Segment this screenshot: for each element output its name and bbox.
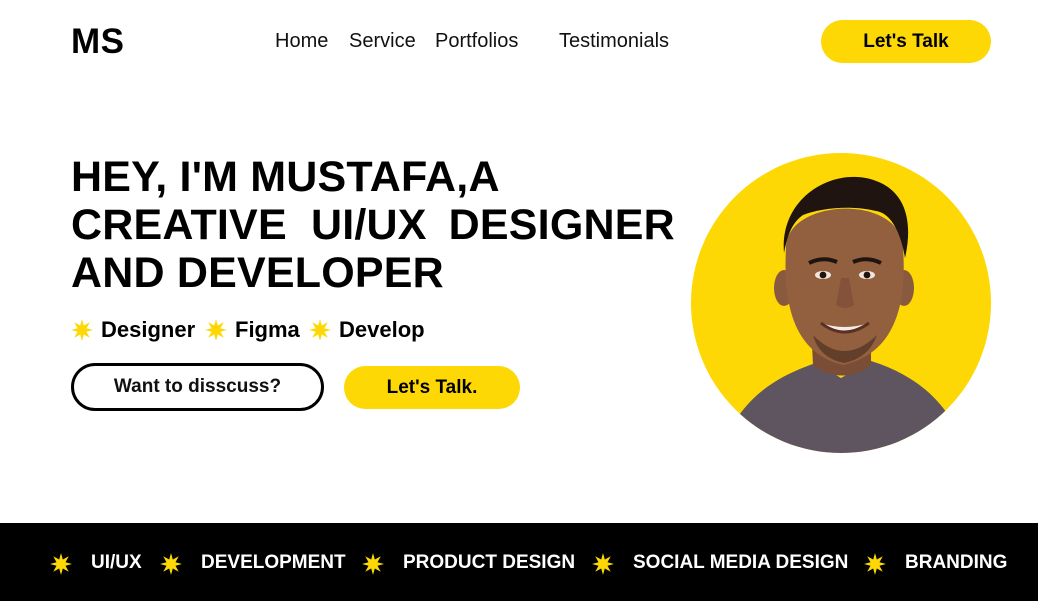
tag-label: Designer: [101, 317, 196, 342]
tag-label: Develop: [339, 317, 425, 342]
logo[interactable]: MS: [71, 23, 125, 61]
hero-title-line-1: HEY, I'M MUSTAFA,A: [71, 153, 500, 201]
ticker-item: SOCIAL MEDIA DESIGN: [633, 552, 849, 573]
nav-service[interactable]: Service: [349, 30, 416, 52]
starburst-icon: [205, 319, 227, 341]
tag-develop: Develop: [309, 316, 425, 344]
tag-figma: Figma: [205, 316, 300, 344]
lets-talk-hero-button[interactable]: Let's Talk.: [344, 366, 520, 409]
hero-title-highlight: UI/UX: [300, 201, 437, 249]
hero-title: HEY, I'M MUSTAFA,A CREATIVE UI/UX DESIGNE…: [71, 153, 675, 297]
portrait-illustration: [721, 176, 966, 453]
want-to-discuss-button[interactable]: Want to disscuss?: [71, 363, 324, 411]
starburst-icon: [160, 553, 182, 575]
hero-title-designer: DESIGNER: [448, 201, 675, 249]
hero-title-creative: CREATIVE: [71, 201, 287, 249]
starburst-icon: [309, 319, 331, 341]
starburst-icon: [864, 553, 886, 575]
ticker-item: BRANDING: [905, 552, 1008, 573]
profile-photo: [691, 153, 991, 453]
hero-title-line-2: CREATIVE UI/UX DESIGNER: [71, 201, 675, 249]
tag-designer: Designer: [71, 316, 195, 344]
starburst-icon: [71, 319, 93, 341]
hero-title-line-3: AND DEVELOPER: [71, 249, 444, 297]
skills-ticker: UI/UX DEVELOPMENT PRODUCT DESIGN SOCIAL …: [0, 523, 1038, 601]
starburst-icon: [50, 553, 72, 575]
nav-portfolios[interactable]: Portfolios: [435, 30, 518, 52]
lets-talk-header-button[interactable]: Let's Talk: [821, 20, 991, 63]
starburst-icon: [362, 553, 384, 575]
ticker-item: DEVELOPMENT: [201, 552, 346, 573]
starburst-icon: [592, 553, 614, 575]
tag-label: Figma: [235, 317, 300, 342]
ticker-item: UI/UX: [91, 552, 142, 573]
nav-testimonials[interactable]: Testimonials: [559, 30, 669, 52]
nav-home[interactable]: Home: [275, 30, 328, 52]
ticker-item: PRODUCT DESIGN: [403, 552, 576, 573]
